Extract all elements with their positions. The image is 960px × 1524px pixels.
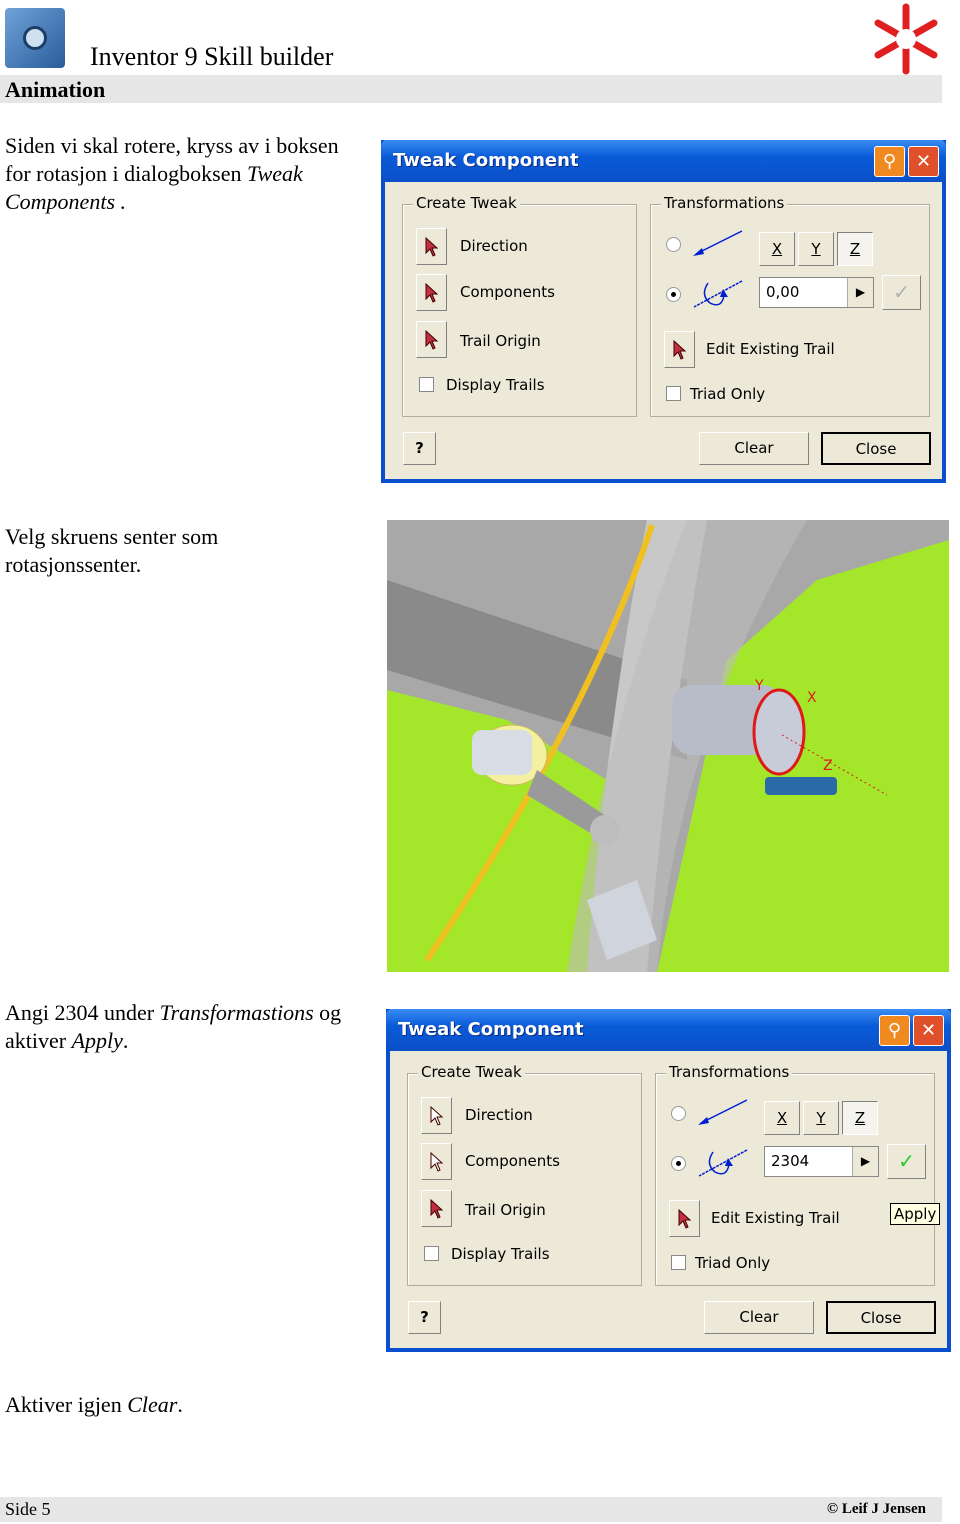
display-trails-checkbox[interactable] [419,377,434,392]
apply-tooltip: Apply [890,1203,941,1225]
close-window-button[interactable]: ✕ [913,1015,944,1046]
close-button[interactable]: Close [826,1301,936,1334]
clear-button[interactable]: Clear [699,432,809,465]
translate-radio[interactable] [666,237,681,252]
play-arrow-button[interactable]: ▶ [847,278,873,307]
rotate-radio[interactable] [666,287,681,302]
trail-origin-label: Trail Origin [465,1201,546,1219]
cad-viewport: Y X Z [387,520,949,972]
z-axis-button[interactable]: Z [842,1101,878,1135]
title-bar[interactable]: Tweak Component ⚲ ✕ [381,140,946,182]
close-window-button[interactable]: ✕ [908,146,939,177]
transform-value-input[interactable]: 2304 ▶ [764,1146,879,1177]
help-button[interactable]: ? [408,1301,441,1334]
trail-origin-button[interactable] [416,321,447,358]
rotate-axis-icon [698,1149,748,1177]
rotate-radio[interactable] [671,1156,686,1171]
help-button[interactable]: ? [403,432,436,465]
display-trails-label: Display Trails [446,376,545,394]
select-arrow-icon [673,339,686,360]
pin-button[interactable]: ⚲ [879,1015,910,1046]
select-arrow-icon [430,1198,443,1219]
select-arrow-icon [425,282,438,303]
step-2-text: Velg skruens senter som rotasjonssenter. [5,524,219,577]
create-tweak-group: Create Tweak Direction Components Trail … [402,194,637,417]
edit-existing-trail-button[interactable] [669,1200,700,1237]
components-label: Components [465,1152,560,1170]
select-arrow-icon [425,329,438,350]
step-1-text: Siden vi skal rotere, kryss av i boksen … [5,133,339,214]
select-arrow-icon [425,236,438,257]
select-arrow-icon [430,1105,443,1126]
translate-arrow-icon [693,230,743,256]
edit-existing-trail-label: Edit Existing Trail [706,340,835,358]
components-label: Components [460,283,555,301]
display-trails-checkbox[interactable] [424,1246,439,1261]
clear-button[interactable]: Clear [704,1301,814,1334]
select-arrow-icon [678,1208,691,1229]
document-title: Inventor 9 Skill builder [90,42,334,71]
y-axis-button[interactable]: Y [803,1101,839,1135]
rotate-axis-icon [693,280,743,308]
triad-only-checkbox[interactable] [666,386,681,401]
z-axis-button[interactable]: Z [837,232,873,266]
translate-radio[interactable] [671,1106,686,1121]
edit-existing-trail-button[interactable] [664,331,695,368]
triad-z-label: Z [823,758,833,774]
direction-button[interactable] [421,1097,452,1134]
trail-origin-label: Trail Origin [460,332,541,350]
page-footer: Side 5 © Leif J Jensen [0,1497,942,1522]
components-button[interactable] [421,1143,452,1180]
y-axis-button[interactable]: Y [798,232,834,266]
step-3-text: Angi 2304 under Transformastions og akti… [5,1000,342,1053]
triad-only-label: Triad Only [690,385,766,403]
select-arrow-icon [430,1151,443,1172]
triad-only-label: Triad Only [695,1254,771,1272]
trail-origin-button[interactable] [421,1190,452,1227]
tweak-component-dialog-2: Tweak Component ⚲ ✕ Create Tweak Directi… [386,1009,951,1352]
close-button[interactable]: Close [821,432,931,465]
create-tweak-group: Create Tweak Direction Components Trail … [407,1063,642,1286]
x-axis-button[interactable]: X [759,232,795,266]
triad-only-checkbox[interactable] [671,1255,686,1270]
section-header: Animation [0,75,942,103]
direction-label: Direction [465,1106,533,1124]
pin-button[interactable]: ⚲ [874,146,905,177]
display-trails-label: Display Trails [451,1245,550,1263]
direction-button[interactable] [416,228,447,265]
x-axis-button[interactable]: X [764,1101,800,1135]
rotation-handle[interactable] [765,777,837,795]
components-button[interactable] [416,274,447,311]
transform-value-input[interactable]: 0,00 ▶ [759,277,874,308]
apply-button[interactable]: ✓ [882,275,921,310]
translate-arrow-icon [698,1099,748,1125]
triad-y-label: Y [754,678,764,694]
step-4-text: Aktiver igjen Clear. [5,1392,183,1417]
play-arrow-button[interactable]: ▶ [852,1147,878,1176]
triad-x-label: X [807,690,817,706]
tweak-component-dialog-1: Tweak Component ⚲ ✕ Create Tweak Directi… [381,140,946,483]
inventor-logo [5,8,65,68]
direction-label: Direction [460,237,528,255]
snowflake-logo [874,3,938,75]
apply-button[interactable]: ✓ [887,1144,926,1179]
title-bar[interactable]: Tweak Component ⚲ ✕ [386,1009,951,1051]
edit-existing-trail-label: Edit Existing Trail [711,1209,840,1227]
